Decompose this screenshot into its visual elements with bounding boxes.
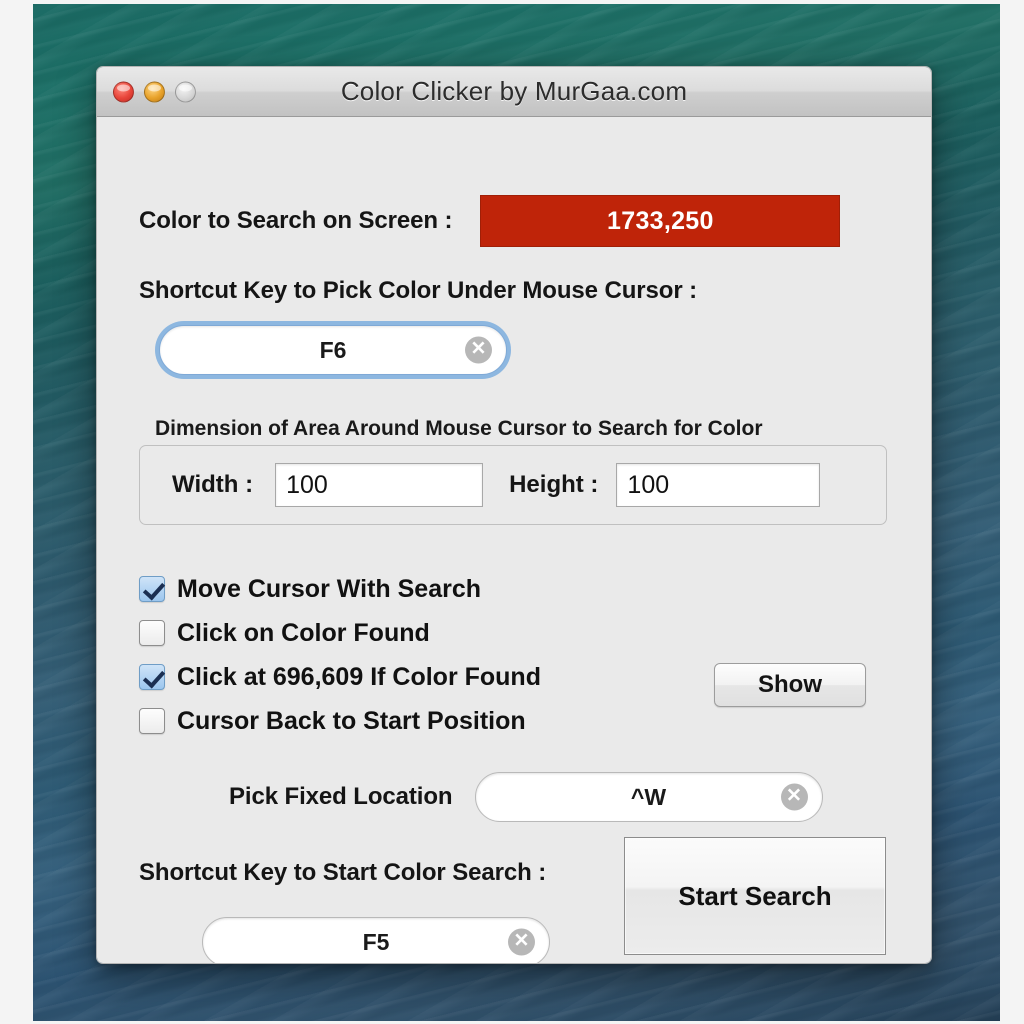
checkbox-click-at-location-icon[interactable] (139, 664, 165, 690)
clear-x-icon[interactable]: ✕ (780, 783, 808, 811)
screen-edge-right (1000, 0, 1024, 1024)
options-checkbox-group: Move Cursor With Search Click on Color F… (139, 567, 541, 743)
pick-color-shortcut-input[interactable]: F6 ✕ (159, 325, 507, 375)
checkbox-row-click-at-location[interactable]: Click at 696,609 If Color Found (139, 655, 541, 699)
pick-color-shortcut-label: Shortcut Key to Pick Color Under Mouse C… (139, 277, 698, 304)
checkbox-move-cursor-label: Move Cursor With Search (177, 574, 482, 603)
checkbox-click-at-location-label: Click at 696,609 If Color Found (177, 662, 541, 691)
color-to-search-row: Color to Search on Screen : 1733,250 (139, 195, 895, 247)
checkbox-row-cursor-back[interactable]: Cursor Back to Start Position (139, 699, 541, 743)
checkbox-cursor-back-label: Cursor Back to Start Position (177, 706, 526, 735)
color-clicker-window: Color Clicker by MurGaa.com Color to Sea… (96, 66, 932, 964)
close-button-icon[interactable] (113, 81, 134, 102)
start-search-shortcut-input[interactable]: F5 ✕ (202, 917, 550, 963)
pick-color-shortcut-value: F6 (319, 336, 347, 363)
checkbox-click-on-color-icon[interactable] (139, 620, 165, 646)
checkbox-click-on-color-label: Click on Color Found (177, 618, 430, 647)
window-title: Color Clicker by MurGaa.com (340, 76, 688, 106)
show-button-label: Show (758, 671, 822, 698)
window-controls (113, 81, 196, 102)
checkbox-move-cursor-icon[interactable] (139, 576, 165, 602)
pick-fixed-location-row: Pick Fixed Location ^W ✕ (229, 772, 823, 822)
start-search-button-label: Start Search (678, 880, 832, 911)
clear-x-icon[interactable]: ✕ (508, 928, 535, 956)
height-input[interactable]: 100 (616, 463, 821, 507)
height-value: 100 (627, 470, 670, 499)
start-search-button[interactable]: Start Search (624, 837, 886, 955)
pick-fixed-location-input[interactable]: ^W ✕ (474, 772, 823, 822)
clear-x-icon[interactable]: ✕ (465, 336, 492, 364)
color-swatch-coordinates: 1733,250 (607, 206, 714, 235)
dimension-group-caption: Dimension of Area Around Mouse Cursor to… (155, 417, 763, 440)
screen-edge-top (0, 0, 1024, 4)
pick-fixed-location-label: Pick Fixed Location (229, 783, 453, 810)
color-to-search-label: Color to Search on Screen : (139, 207, 453, 234)
height-label: Height : (509, 471, 599, 498)
dimension-group-box: Width : 100 Height : 100 (139, 445, 887, 525)
desktop-background: Color Clicker by MurGaa.com Color to Sea… (0, 0, 1024, 1024)
color-swatch-button[interactable]: 1733,250 (480, 195, 841, 247)
start-search-shortcut-label: Shortcut Key to Start Color Search : (139, 859, 547, 886)
checkbox-row-click-on-color[interactable]: Click on Color Found (139, 611, 541, 655)
window-content-panel: Color to Search on Screen : 1733,250 Sho… (97, 117, 931, 963)
width-input[interactable]: 100 (275, 463, 484, 507)
checkbox-cursor-back-icon[interactable] (139, 708, 165, 734)
pick-fixed-location-value: ^W (630, 783, 667, 810)
width-value: 100 (286, 470, 328, 499)
window-titlebar[interactable]: Color Clicker by MurGaa.com (97, 67, 931, 117)
show-button[interactable]: Show (714, 663, 866, 707)
minimize-button-icon[interactable] (144, 81, 165, 102)
zoom-button-icon[interactable] (175, 81, 196, 102)
checkbox-row-move-cursor[interactable]: Move Cursor With Search (139, 567, 541, 611)
screen-edge-left (0, 0, 33, 1024)
start-search-shortcut-value: F5 (362, 928, 390, 955)
width-label: Width : (172, 471, 254, 498)
